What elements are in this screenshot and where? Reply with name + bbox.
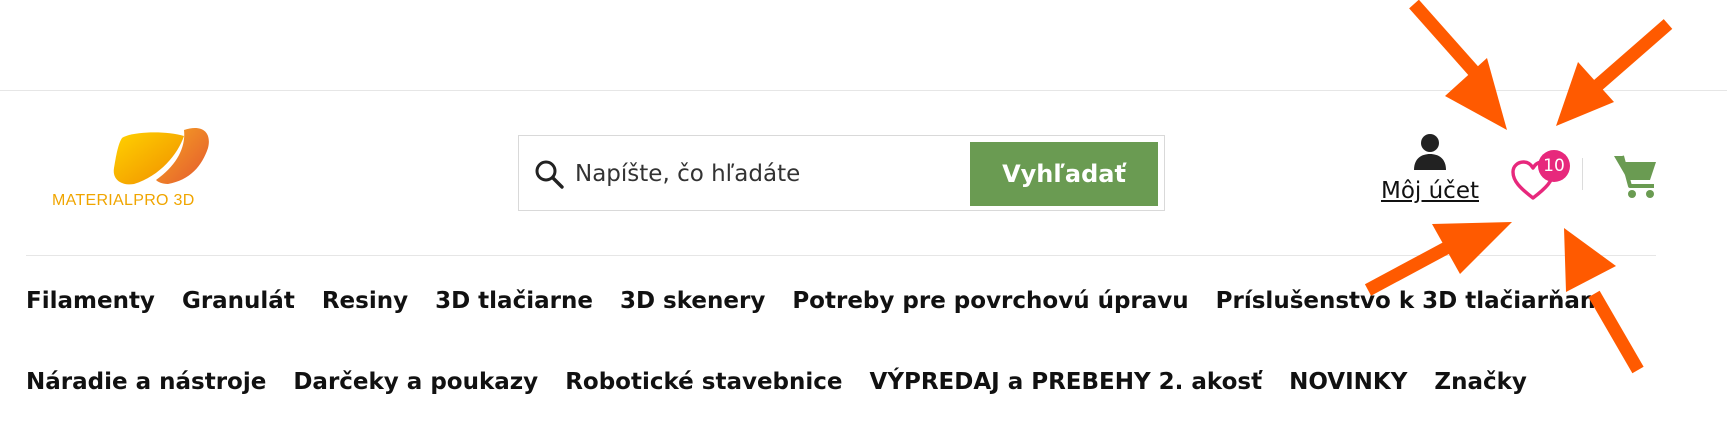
header-divider xyxy=(26,255,1656,256)
account-link[interactable]: Môj účet xyxy=(1375,132,1485,216)
nav-item-vypredaj[interactable]: VÝPREDAJ a PREBEHY 2. akosť xyxy=(870,369,1263,395)
user-icon xyxy=(1414,134,1446,170)
nav-item-filamenty[interactable]: Filamenty xyxy=(26,288,155,314)
cart-icon xyxy=(1614,155,1656,198)
category-nav-row-1: Filamenty Granulát Resiny 3D tlačiarne 3… xyxy=(26,288,1631,314)
nav-item-3d-tlaciarne[interactable]: 3D tlačiarne xyxy=(435,288,593,314)
wishlist-button[interactable]: 10 xyxy=(1510,150,1570,208)
nav-item-3d-skenery[interactable]: 3D skenery xyxy=(620,288,765,314)
logo-text: MATERIALPRO 3D xyxy=(52,192,195,209)
nav-item-darceky[interactable]: Darčeky a poukazy xyxy=(293,369,538,395)
nav-item-resiny[interactable]: Resiny xyxy=(322,288,408,314)
logo-mark-icon xyxy=(113,128,209,185)
account-label: Môj účet xyxy=(1380,178,1479,204)
search-input[interactable] xyxy=(575,154,975,194)
header-separator xyxy=(1582,158,1583,190)
wishlist-count-badge: 10 xyxy=(1538,150,1570,182)
category-nav-row-2: Náradie a nástroje Darčeky a poukazy Rob… xyxy=(26,369,1554,395)
top-strip xyxy=(0,0,1727,90)
nav-item-prislusenstvo[interactable]: Príslušenstvo k 3D tlačiarňam xyxy=(1216,288,1604,314)
search-icon xyxy=(535,160,564,189)
nav-item-granulat[interactable]: Granulát xyxy=(182,288,295,314)
top-divider xyxy=(0,90,1727,91)
nav-item-roboticke[interactable]: Robotické stavebnice xyxy=(565,369,842,395)
nav-item-naradie[interactable]: Náradie a nástroje xyxy=(26,369,266,395)
nav-item-novinky[interactable]: NOVINKY xyxy=(1289,369,1407,395)
search-button[interactable]: Vyhľadať xyxy=(970,142,1158,206)
nav-item-znacky[interactable]: Značky xyxy=(1434,369,1527,395)
logo[interactable]: MATERIALPRO 3D xyxy=(52,124,252,224)
cart-button[interactable] xyxy=(1612,152,1660,200)
search-bar: Vyhľadať xyxy=(518,135,1165,211)
nav-item-povrchova-uprava[interactable]: Potreby pre povrchovú úpravu xyxy=(792,288,1188,314)
